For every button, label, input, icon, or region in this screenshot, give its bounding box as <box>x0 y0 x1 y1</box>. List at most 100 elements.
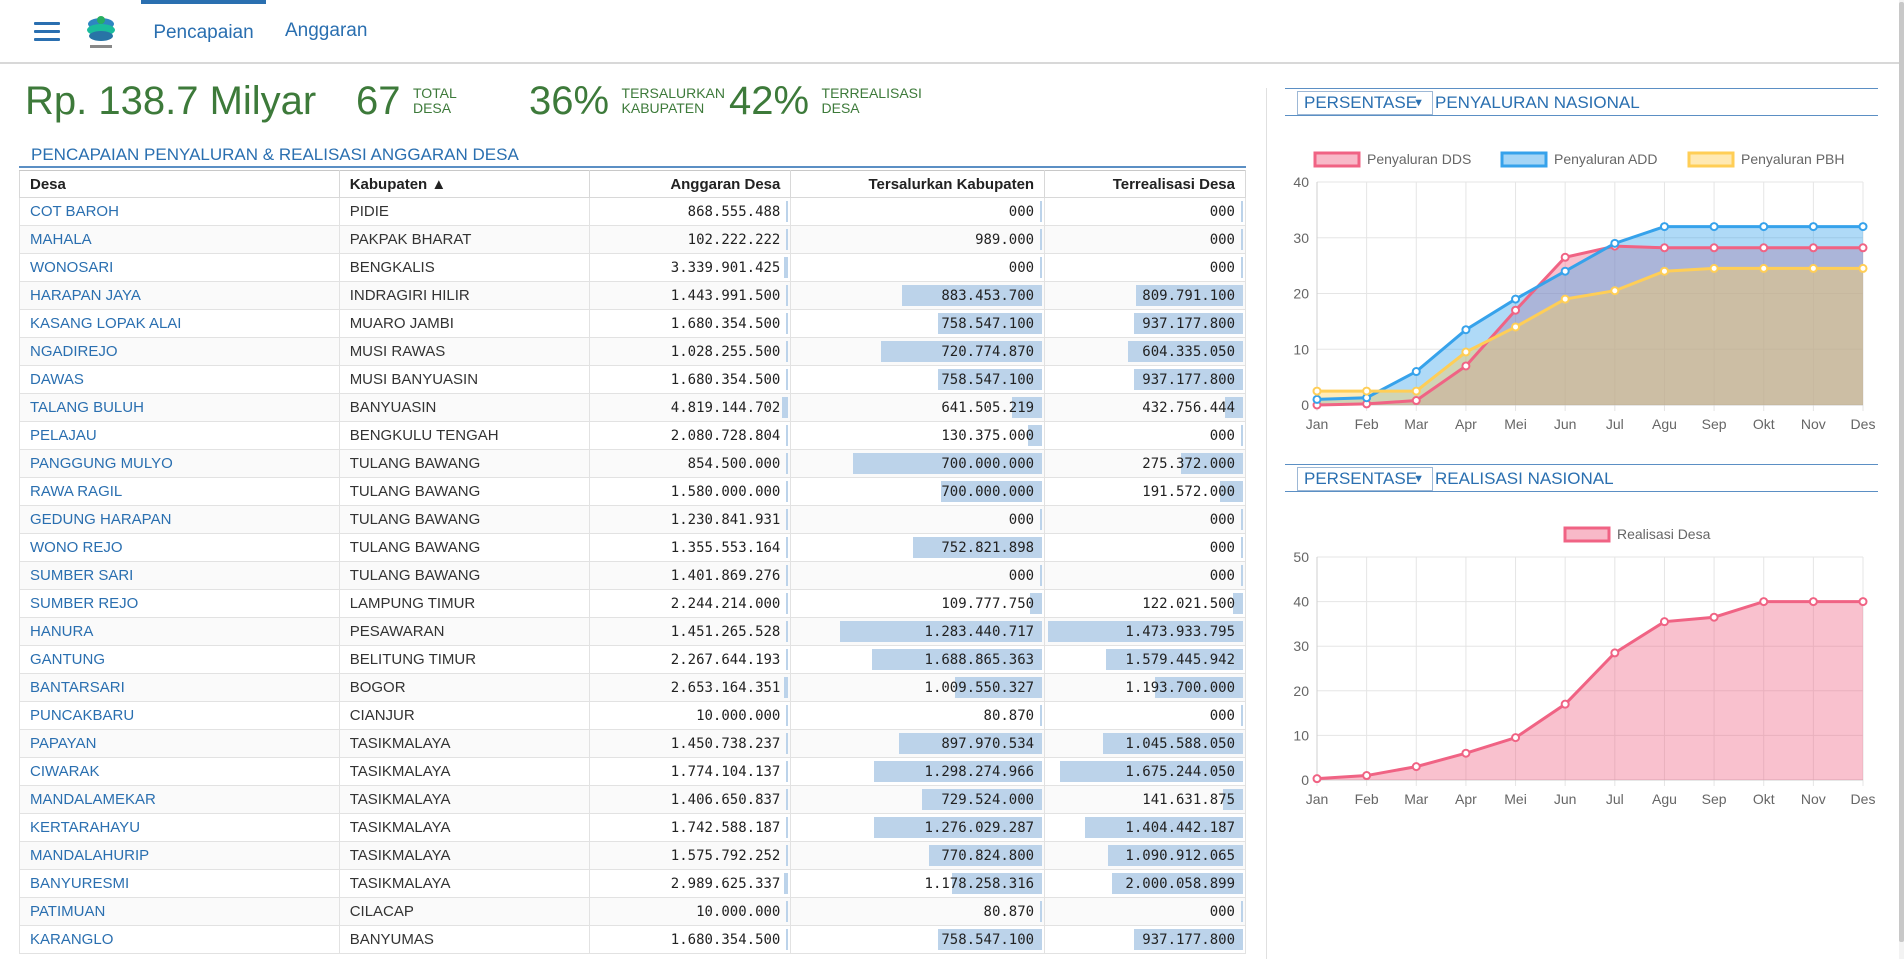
cell-desa[interactable]: KARANGLO <box>19 925 340 954</box>
cell-desa[interactable]: NGADIREJO <box>19 337 340 366</box>
value-bar <box>786 761 789 782</box>
table-row[interactable]: DAWAS MUSI BANYUASIN 1.680.354.500 758.547.… <box>19 365 1246 394</box>
column-header-terrealisasi[interactable]: Terrealisasi Desa <box>1044 170 1246 198</box>
table-row[interactable]: MANDALAMEKAR TASIKMALAYA 1.406.650.837 729.… <box>19 785 1246 814</box>
data-point <box>1858 222 1868 232</box>
cell-desa[interactable]: PAPAYAN <box>19 729 340 758</box>
table-row[interactable]: PANGGUNG MULYO TULANG BAWANG 854.500.000 70… <box>19 449 1246 478</box>
table-row[interactable]: PUNCAKBARU CIANJUR 10.000.000 80.870 000 <box>19 701 1246 730</box>
cell-anggaran: 1.680.354.500 <box>588 925 792 954</box>
cell-desa[interactable]: SUMBER SARI <box>19 561 340 590</box>
table-row[interactable]: COT BAROH PIDIE 868.555.488 000 000 <box>19 197 1246 226</box>
table-row[interactable]: KASANG LOPAK ALAI MUARO JAMBI 1.680.354.50… <box>19 309 1246 338</box>
cell-value: 000 <box>1209 707 1235 724</box>
cell-value: 1.680.354.500 <box>670 371 781 388</box>
data-point <box>1659 243 1669 253</box>
table-row[interactable]: PAPAYAN TASIKMALAYA 1.450.738.237 897.970.5… <box>19 729 1246 758</box>
cell-value: 1.028.255.500 <box>670 343 781 360</box>
cell-anggaran: 1.028.255.500 <box>588 337 792 366</box>
cell-value: 191.572.000 <box>1142 483 1235 500</box>
cell-kabupaten: TULANG BAWANG <box>338 533 590 562</box>
data-point <box>1709 243 1719 253</box>
column-header-tersalurkan[interactable]: Tersalurkan Kabupaten <box>790 170 1046 198</box>
cell-desa[interactable]: TALANG BULUH <box>19 393 340 422</box>
cell-value: 700.000.000 <box>941 455 1035 472</box>
cell-kabupaten: TULANG BAWANG <box>338 477 590 506</box>
page-scrollbar[interactable] <box>1899 0 1904 959</box>
table-row[interactable]: WONOSARI BENGKALIS 3.339.901.425 000 000 <box>19 253 1246 282</box>
cell-desa[interactable]: PUNCAKBARU <box>19 701 340 730</box>
cell-terrealisasi: 000 <box>1044 225 1246 254</box>
column-header-anggaran[interactable]: Anggaran Desa <box>588 170 792 198</box>
data-point <box>1759 597 1769 607</box>
legend-item: Penyaluran DDS <box>1313 151 1471 168</box>
column-header-desa[interactable]: Desa <box>19 170 340 198</box>
table-header-row: Desa Kabupaten ▲ Anggaran Desa Tersalurk… <box>19 170 1246 198</box>
dropdown-caret-icon: ▼ <box>1413 473 1424 485</box>
table-row[interactable]: SUMBER REJO LAMPUNG TIMUR 2.244.214.000 109… <box>19 589 1246 618</box>
cell-desa[interactable]: COT BAROH <box>19 197 340 226</box>
cell-desa[interactable]: BANTARSARI <box>19 673 340 702</box>
table-row[interactable]: HANURA PESAWARAN 1.451.265.528 1.283.440.71… <box>19 617 1246 646</box>
table-row[interactable]: BANYURESMI TASIKMALAYA 2.989.625.337 1.178.… <box>19 869 1246 898</box>
cell-desa[interactable]: MANDALAHURIP <box>19 841 340 870</box>
data-point <box>1610 648 1620 658</box>
cell-desa[interactable]: MANDALAMEKAR <box>19 785 340 814</box>
cell-desa[interactable]: HARAPAN JAYA <box>19 281 340 310</box>
cell-desa[interactable]: HANURA <box>19 617 340 646</box>
table-row[interactable]: MAHALA PAKPAK BHARAT 102.222.222 989.000 000 <box>19 225 1246 254</box>
table-row[interactable]: GEDUNG HARAPAN TULANG BAWANG 1.230.841.931… <box>19 505 1246 534</box>
cell-desa[interactable]: KASANG LOPAK ALAI <box>19 309 340 338</box>
cell-desa[interactable]: GEDUNG HARAPAN <box>19 505 340 534</box>
cell-desa[interactable]: PATIMUAN <box>19 897 340 926</box>
cell-desa[interactable]: WONO REJO <box>19 533 340 562</box>
table-row[interactable]: CIWARAK TASIKMALAYA 1.774.104.137 1.298.274… <box>19 757 1246 786</box>
value-bar <box>1241 257 1243 278</box>
cell-desa[interactable]: PELAJAU <box>19 421 340 450</box>
table-row[interactable]: RAWA RAGIL TULANG BAWANG 1.580.000.000 700.… <box>19 477 1246 506</box>
table-row[interactable]: PELAJAU BENGKULU TENGAH 2.080.728.804 130.3… <box>19 421 1246 450</box>
kementerian-logo-icon[interactable] <box>84 12 118 52</box>
column-header-kabupaten[interactable]: Kabupaten ▲ <box>338 170 590 198</box>
hamburger-menu-icon[interactable] <box>34 22 60 42</box>
table-row[interactable]: HARAPAN JAYA INDRAGIRI HILIR 1.443.991.500… <box>19 281 1246 310</box>
total-desa-metric: 67 TOTAL DESA <box>356 75 457 131</box>
table-row[interactable]: KERTARAHAYU TASIKMALAYA 1.742.588.187 1.276… <box>19 813 1246 842</box>
cell-value: 854.500.000 <box>687 455 781 472</box>
cell-value: 1.045.588.050 <box>1125 735 1235 752</box>
data-point <box>1808 597 1818 607</box>
value-bar <box>786 565 789 586</box>
cell-desa[interactable]: WONOSARI <box>19 253 340 282</box>
x-tick-label: Jul <box>1606 416 1624 432</box>
tab-anggaran[interactable]: Anggaran <box>285 0 367 62</box>
tab-pencapaian[interactable]: Pencapaian <box>141 0 266 62</box>
table-row[interactable]: KARANGLO BANYUMAS 1.680.354.500 758.547.100… <box>19 925 1246 954</box>
cell-desa[interactable]: MAHALA <box>19 225 340 254</box>
cell-value: 758.547.100 <box>941 371 1035 388</box>
total-amount-value: Rp. 138.7 Milyar <box>25 79 317 123</box>
y-tick-label: 30 <box>1293 638 1309 654</box>
cell-desa[interactable]: RAWA RAGIL <box>19 477 340 506</box>
cell-anggaran: 1.742.588.187 <box>588 813 792 842</box>
cell-desa[interactable]: KERTARAHAYU <box>19 813 340 842</box>
realisasi-mode-select[interactable]: PERSENTASE ▼ <box>1297 467 1433 491</box>
table-row[interactable]: BANTARSARI BOGOR 2.653.164.351 1.009.550.32… <box>19 673 1246 702</box>
table-row[interactable]: GANTUNG BELITUNG TIMUR 2.267.644.193 1.688.… <box>19 645 1246 674</box>
cell-tersalurkan: 897.970.534 <box>790 729 1046 758</box>
cell-desa[interactable]: SUMBER REJO <box>19 589 340 618</box>
value-bar <box>786 705 789 726</box>
cell-desa[interactable]: GANTUNG <box>19 645 340 674</box>
table-row[interactable]: NGADIREJO MUSI RAWAS 1.028.255.500 720.774.… <box>19 337 1246 366</box>
cell-desa[interactable]: BANYURESMI <box>19 869 340 898</box>
scrollbar-thumb[interactable] <box>1899 2 1904 942</box>
table-row[interactable]: WONO REJO TULANG BAWANG 1.355.553.164 752.8… <box>19 533 1246 562</box>
cell-desa[interactable]: PANGGUNG MULYO <box>19 449 340 478</box>
table-row[interactable]: MANDALAHURIP TASIKMALAYA 1.575.792.252 770.… <box>19 841 1246 870</box>
cell-desa[interactable]: DAWAS <box>19 365 340 394</box>
total-desa-label: TOTAL DESA <box>412 85 457 116</box>
table-row[interactable]: TALANG BULUH BANYUASIN 4.819.144.702 641.50… <box>19 393 1246 422</box>
table-row[interactable]: PATIMUAN CILACAP 10.000.000 80.870 000 <box>19 897 1246 926</box>
penyaluran-mode-select[interactable]: PERSENTASE ▼ <box>1297 91 1433 115</box>
table-row[interactable]: SUMBER SARI TULANG BAWANG 1.401.869.276 000… <box>19 561 1246 590</box>
cell-desa[interactable]: CIWARAK <box>19 757 340 786</box>
